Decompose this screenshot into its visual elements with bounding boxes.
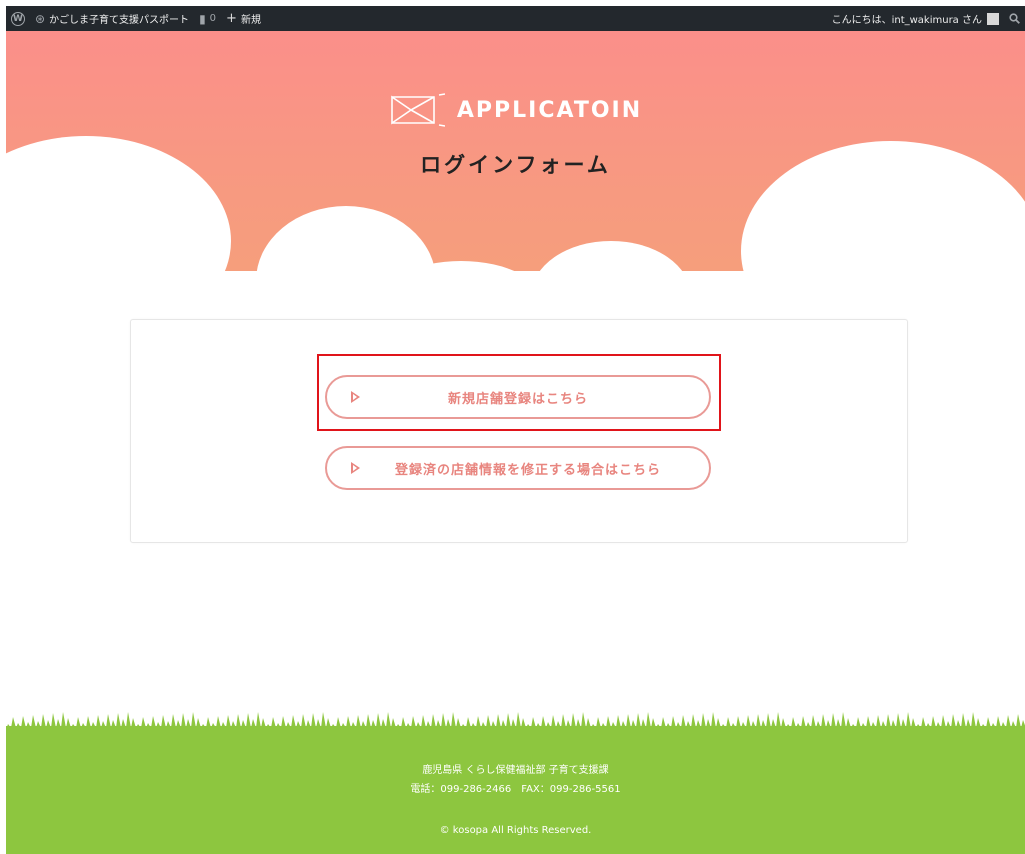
comments-count: 0 <box>209 13 217 24</box>
play-triangle-icon <box>351 462 360 474</box>
footer: 鹿児島県 くらし保健福祉部 子育て支援課 電話：099-286-2466 FAX… <box>6 726 1025 854</box>
greeting: こんにちは、int_wakimura さん <box>831 15 982 26</box>
new-label: 新規 <box>240 15 261 26</box>
page: W ⊛ かごしま子育て支援パスポート ▮ 0 + 新規 こんにちは、int_wa… <box>6 6 1025 854</box>
admin-bar: W ⊛ かごしま子育て支援パスポート ▮ 0 + 新規 こんにちは、int_wa… <box>6 6 1025 31</box>
logo: APPLICATOIN <box>6 93 1025 127</box>
wordpress-menu[interactable]: W <box>6 6 30 31</box>
play-triangle-icon <box>351 391 360 403</box>
site-name: かごしま子育て支援パスポート <box>49 15 190 26</box>
edit-store-info-label: 登録済の店舗情報を修正する場合はこちら <box>394 462 661 478</box>
page-title: ログインフォーム <box>420 152 611 177</box>
plus-icon: + <box>226 11 237 26</box>
footer-copyright: © kosopa All Rights Reserved. <box>439 825 592 836</box>
site-name-link[interactable]: ⊛ かごしま子育て支援パスポート <box>30 6 194 31</box>
edit-store-info-button[interactable]: 登録済の店舗情報を修正する場合はこちら <box>325 446 711 490</box>
new-content-link[interactable]: + 新規 <box>221 6 266 31</box>
footer-contact: 電話：099-286-2466 FAX：099-286-5561 <box>410 784 621 795</box>
wordpress-logo-icon: W <box>11 11 25 26</box>
search-button[interactable] <box>1004 6 1025 31</box>
envelope-logo-icon <box>391 93 445 127</box>
hero: APPLICATOIN ログインフォーム <box>6 31 1025 306</box>
avatar <box>987 12 999 25</box>
search-icon <box>1009 13 1020 24</box>
register-new-store-label: 新規店舗登録はこちら <box>447 391 588 407</box>
my-account-link[interactable]: こんにちは、int_wakimura さん <box>827 6 1004 31</box>
dashboard-icon: ⊛ <box>35 11 46 26</box>
logo-text: APPLICATOIN <box>456 97 643 123</box>
comments-link[interactable]: ▮ 0 <box>194 6 221 31</box>
footer-department: 鹿児島県 くらし保健福祉部 子育て支援課 <box>422 765 609 776</box>
comment-icon: ▮ <box>199 11 206 26</box>
register-new-store-button[interactable]: 新規店舗登録はこちら <box>325 375 711 419</box>
login-card: 新規店舗登録はこちら 登録済の店舗情報を修正する場合はこちら <box>130 319 908 543</box>
